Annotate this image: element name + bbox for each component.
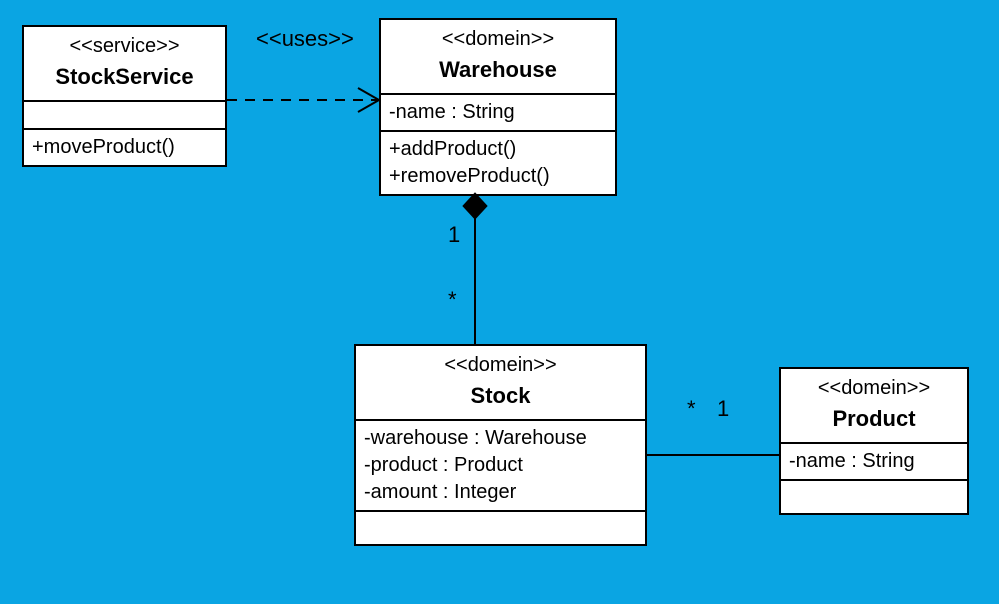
attribute: -amount : Integer [364, 479, 637, 506]
operations-section: +addProduct() +removeProduct() [381, 130, 615, 194]
attribute: -name : String [789, 448, 959, 475]
multiplicity-many: * [687, 396, 696, 422]
attributes-section: -name : String [781, 442, 967, 479]
class-product: <<domein>> Product -name : String [779, 367, 969, 515]
attributes-section: -name : String [381, 93, 615, 130]
stereotype-label: <<domein>> [389, 26, 607, 53]
operation: +moveProduct() [32, 134, 217, 161]
stereotype-label: <<domein>> [364, 352, 637, 379]
composition-diamond-icon [463, 193, 487, 219]
uml-canvas: <<service>> StockService +moveProduct() … [0, 0, 999, 604]
operation: +addProduct() [389, 136, 607, 163]
attribute: -name : String [389, 99, 607, 126]
attributes-section [24, 100, 225, 128]
operations-section [356, 510, 645, 544]
operations-section: +moveProduct() [24, 128, 225, 165]
dependency-arrowhead-icon [358, 88, 379, 112]
stereotype-label: <<service>> [32, 33, 217, 60]
class-name: Stock [364, 381, 637, 411]
uses-label: <<uses>> [256, 26, 354, 52]
class-warehouse: <<domein>> Warehouse -name : String +add… [379, 18, 617, 196]
class-name: Warehouse [389, 55, 607, 85]
operations-section [781, 479, 967, 513]
multiplicity-one: 1 [448, 222, 460, 248]
multiplicity-many: * [448, 287, 457, 313]
attribute: -product : Product [364, 452, 637, 479]
class-stock-service: <<service>> StockService +moveProduct() [22, 25, 227, 167]
class-stock: <<domein>> Stock -warehouse : Warehouse … [354, 344, 647, 546]
attributes-section: -warehouse : Warehouse -product : Produc… [356, 419, 645, 510]
class-name: Product [789, 404, 959, 434]
operation: +removeProduct() [389, 163, 607, 190]
attribute: -warehouse : Warehouse [364, 425, 637, 452]
stereotype-label: <<domein>> [789, 375, 959, 402]
class-name: StockService [32, 62, 217, 92]
multiplicity-one: 1 [717, 396, 729, 422]
